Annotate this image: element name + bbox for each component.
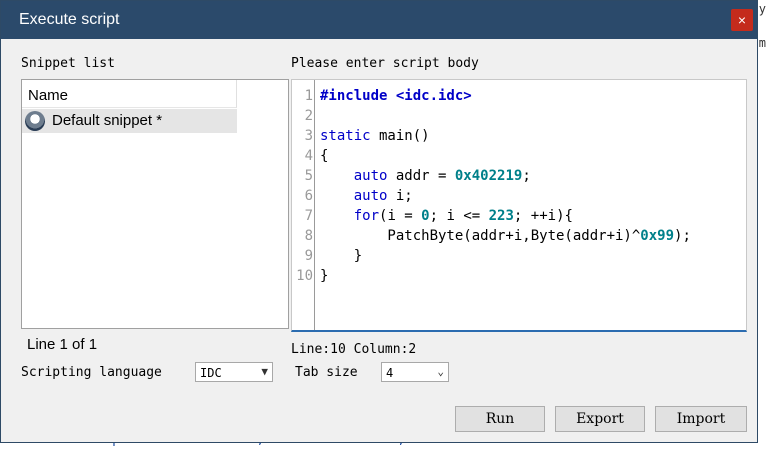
run-button[interactable]: Run	[455, 406, 545, 432]
avatar-icon	[25, 111, 45, 131]
line-number: 8	[304, 228, 313, 244]
snippet-list[interactable]: Name Default snippet *	[21, 79, 289, 329]
close-button[interactable]: ×	[731, 9, 753, 31]
line-number: 5	[304, 168, 313, 184]
line-count-status: Line 1 of 1	[27, 336, 98, 353]
title-bar[interactable]: Execute script ×	[1, 1, 757, 39]
bg-fragment: m	[758, 36, 766, 50]
code-line: auto i;	[353, 188, 413, 204]
export-button[interactable]: Export	[555, 406, 645, 432]
tab-size-select[interactable]: 4 ⌄	[381, 362, 449, 382]
snippet-list-label: Snippet list	[21, 56, 115, 71]
line-number: 3	[304, 128, 313, 144]
script-body-label: Please enter script body	[291, 56, 479, 71]
code-line: }	[320, 248, 363, 264]
chevron-down-icon: ⌄	[437, 365, 444, 378]
code-line: static main()	[320, 128, 430, 144]
close-icon: ×	[737, 12, 747, 28]
snippet-name: Default snippet *	[52, 112, 163, 129]
code-line: {	[320, 148, 329, 164]
line-number-gutter: 1 2 3 4 5 6 7 8 9 10	[292, 80, 315, 330]
code-line: }	[320, 268, 329, 284]
import-button[interactable]: Import	[655, 406, 747, 432]
code-line: PatchByte(addr+i,Byte(addr+i)^0x99);	[320, 228, 691, 244]
chevron-down-icon: ▼	[261, 365, 268, 378]
line-number: 7	[304, 208, 313, 224]
line-number: 4	[304, 148, 313, 164]
code-text[interactable]: #include <idc.idc> static main() { auto a…	[320, 86, 691, 286]
scripting-language-label: Scripting language	[21, 365, 162, 380]
code-line: auto addr = 0x402219;	[353, 168, 531, 184]
script-editor[interactable]: 1 2 3 4 5 6 7 8 9 10 #include <idc.idc> …	[291, 79, 747, 332]
line-number: 6	[304, 188, 313, 204]
bg-fragment: y	[758, 2, 766, 16]
column-header-name[interactable]: Name	[22, 80, 237, 108]
code-line: #include <idc.idc>	[320, 88, 472, 104]
execute-script-dialog: Execute script × Snippet list Please ent…	[0, 0, 758, 443]
scripting-language-select[interactable]: IDC ▼	[195, 362, 273, 382]
line-number: 10	[296, 268, 313, 284]
snippet-row-default[interactable]: Default snippet *	[22, 109, 237, 133]
line-number: 2	[304, 108, 313, 124]
scripting-language-value: IDC	[200, 366, 222, 380]
cursor-position-status: Line:10 Column:2	[291, 342, 417, 357]
tab-size-value: 4	[386, 366, 394, 380]
line-number: 1	[304, 88, 313, 104]
code-line: for(i = 0; i <= 223; ++i){	[353, 208, 573, 224]
dialog-title: Execute script	[19, 11, 120, 28]
line-number: 9	[304, 248, 313, 264]
tab-size-label: Tab size	[295, 365, 358, 380]
